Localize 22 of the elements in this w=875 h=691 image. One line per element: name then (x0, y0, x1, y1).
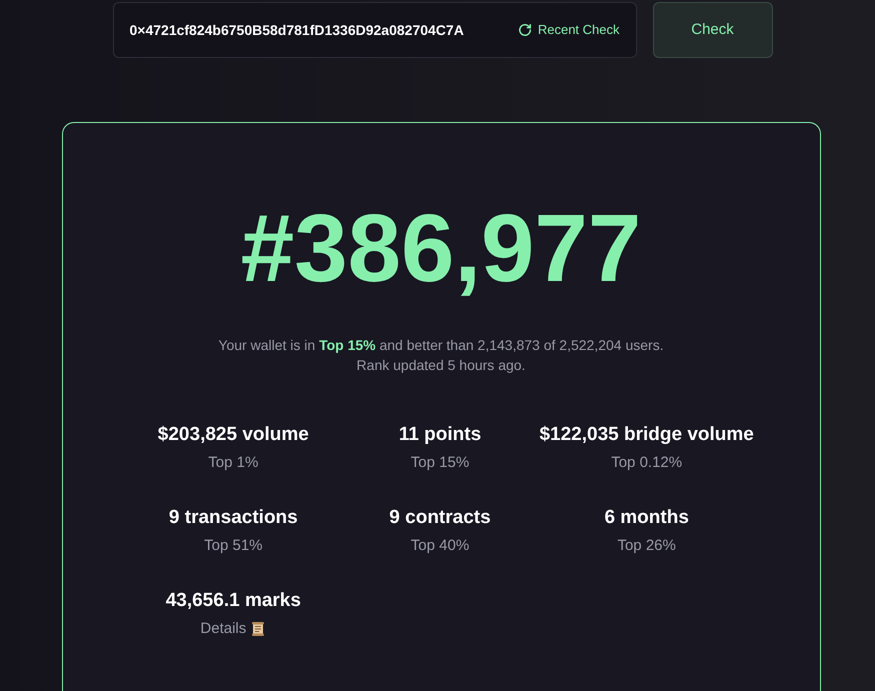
stat-rank: Top 40% (410, 536, 470, 556)
stat-rank: Top 15% (410, 452, 470, 472)
check-button[interactable]: Check (652, 2, 772, 58)
rank-summary: Your wallet is in Top 15% and better than 2,143,873 of 2,522,204 users. (218, 336, 664, 355)
stat-value: 9 transactions (168, 506, 298, 530)
stat-rank: Top 0.12% (611, 452, 682, 472)
refresh-icon (518, 23, 532, 37)
details-link[interactable]: Details (200, 618, 246, 640)
stat-value: 43,656.1 marks (166, 589, 301, 613)
recent-check-button[interactable]: Recent Check (518, 20, 620, 40)
wallet-address-field[interactable]: 0×4721cf824b6750B58d781fD1336D92a082704C7A Recent Check (112, 2, 636, 58)
stat-rank: Top 51% (204, 536, 263, 556)
stat-value: 6 months (604, 506, 689, 530)
stat-rank: Top 26% (617, 536, 676, 556)
stat-value: $122,035 bridge volume (539, 423, 754, 447)
rank-updated: Rank updated 5 hours ago. (356, 356, 526, 375)
stat-rank: Top 1% (208, 452, 258, 472)
stat-value: 11 points (398, 423, 482, 447)
stat-value: $203,825 volume (158, 423, 309, 447)
stat-value: 9 contracts (389, 506, 491, 530)
rank-number: #386,977 (240, 201, 642, 297)
scroll-icon (250, 620, 266, 637)
